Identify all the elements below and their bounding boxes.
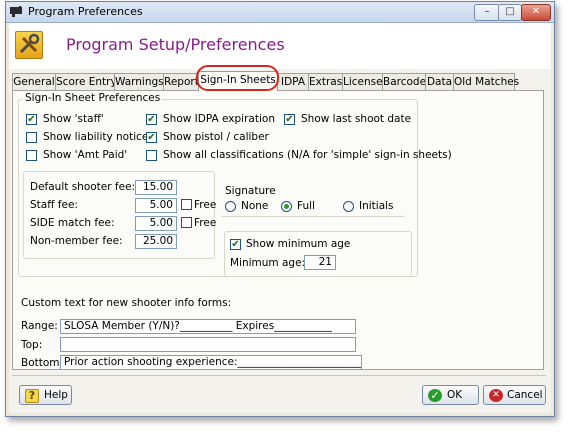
cancel-button-label: Cancel [507,389,543,401]
sign-in-group-title: Sign-In Sheet Preferences [23,92,163,104]
top-input[interactable] [60,337,356,352]
tab-score-entry[interactable]: Score Entry [55,73,117,90]
window-title: Program Preferences [28,5,143,18]
staff-fee-input[interactable]: 5.00 [135,198,177,213]
title-bar[interactable]: Program Preferences – □ ✕ [6,2,554,23]
top-label: Top: [21,339,43,351]
footer-divider [12,375,546,376]
show-liability-checkbox[interactable] [26,132,37,143]
side-fee-label: SIDE match fee: [30,217,115,229]
show-idpa-expiration-checkbox[interactable]: ✔ [146,114,157,125]
default-fee-label: Default shooter fee: [30,181,136,193]
show-all-classifications-checkbox[interactable] [146,150,157,161]
close-button[interactable]: ✕ [521,4,551,21]
show-amt-paid-checkbox[interactable] [26,150,37,161]
header-banner: Program Setup/Preferences [9,23,551,69]
help-icon: ? [25,389,39,403]
page-title: Program Setup/Preferences [66,35,285,54]
bottom-label: Bottom: [21,357,64,369]
tab-sign-in-sheets[interactable]: Sign-In Sheets [198,71,278,91]
nonmember-fee-input[interactable]: 25.00 [135,234,177,249]
signature-initials-radio[interactable] [343,201,354,212]
signature-label: Signature [225,185,276,197]
default-fee-input[interactable]: 15.00 [135,180,177,195]
min-age-input[interactable]: 21 [304,255,336,270]
help-button[interactable]: ? Help [19,385,72,405]
side-free-checkbox[interactable] [181,217,192,228]
tab-barcode[interactable]: Barcode [382,73,426,90]
staff-free-checkbox[interactable] [181,199,192,210]
ok-button-label: OK [447,389,463,401]
signature-full-radio[interactable] [281,201,292,212]
staff-fee-label: Staff fee: [30,199,78,211]
tab-extras[interactable]: Extras [308,73,343,90]
cancel-button[interactable]: ✕ Cancel [483,385,546,405]
show-pistol-caliber-checkbox[interactable]: ✔ [146,132,157,143]
tab-data[interactable]: Data [425,73,454,90]
range-label: Range: [21,320,58,332]
nonmember-fee-label: Non-member fee: [30,235,123,247]
show-last-shoot-date-checkbox[interactable]: ✔ [284,114,295,125]
app-icon [10,6,22,17]
show-liability-label: Show liability notice [43,131,149,143]
show-idpa-expiration-label: Show IDPA expiration [163,113,275,125]
tab-general[interactable]: General [12,73,56,90]
show-pistol-caliber-label: Show pistol / caliber [163,131,269,143]
minimize-button[interactable]: – [474,4,500,21]
show-all-classifications-label: Show all classifications (N/A for 'simpl… [163,149,452,161]
range-input[interactable]: SLOSA Member (Y/N)?__________ Expires___… [60,319,356,334]
signature-none-radio[interactable] [225,201,236,212]
show-staff-label: Show 'staff' [43,113,104,125]
show-amt-paid-label: Show 'Amt Paid' [43,149,128,161]
show-last-shoot-date-label: Show last shoot date [301,113,412,125]
ok-button[interactable]: ✓ OK [422,385,479,405]
signature-none-label: None [241,200,269,212]
tab-warnings[interactable]: Warnings [114,73,164,90]
bottom-input[interactable]: Prior action shooting experience:_______… [60,355,362,370]
tab-license[interactable]: License [342,73,383,90]
tab-old-matches[interactable]: Old Matches [453,73,519,90]
min-age-label: Minimum age: [230,257,306,269]
side-free-label: Free [194,217,217,229]
staff-free-label: Free [194,199,217,211]
side-fee-input[interactable]: 5.00 [135,216,177,231]
tab-page-sign-in-sheets: Sign-In Sheet Preferences ✔ Show 'staff'… [12,90,544,370]
signature-initials-label: Initials [359,200,394,212]
cancel-icon: ✕ [489,389,503,402]
show-min-age-checkbox[interactable]: ✔ [230,239,241,250]
program-preferences-window: Program Preferences – □ ✕ Program Setup/… [5,1,555,417]
dialog-client: Program Setup/Preferences General Score … [9,23,551,413]
show-staff-checkbox[interactable]: ✔ [26,114,37,125]
maximize-button[interactable]: □ [498,4,522,21]
show-min-age-label: Show minimum age [246,238,351,250]
tab-idpa[interactable]: IDPA [277,73,309,90]
custom-text-title: Custom text for new shooter info forms: [21,297,232,309]
tools-icon [15,31,43,59]
signature-full-label: Full [297,200,315,212]
check-icon: ✓ [428,389,442,402]
help-button-label: Help [44,389,68,401]
